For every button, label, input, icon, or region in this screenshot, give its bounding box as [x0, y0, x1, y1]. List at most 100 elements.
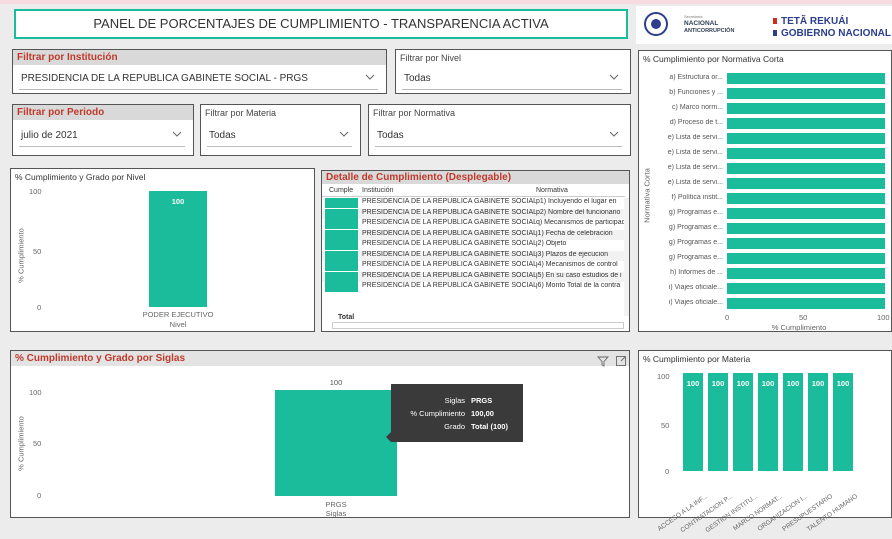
filter-institucion-value: PRESIDENCIA DE LA REPUBLICA GABINETE SOC…	[21, 73, 308, 84]
cumple-swatch	[325, 198, 358, 208]
sna-line2: ANTICORRUPCIÓN	[684, 28, 735, 34]
cumple-swatch	[325, 229, 358, 240]
x-axis-label: Siglas	[325, 509, 347, 518]
col-cumple[interactable]: Cumple	[329, 187, 353, 194]
cell-institucion: PRESIDENCIA DE LA REPUBLICA GABINETE SOC…	[362, 240, 536, 247]
normativa-bar[interactable]	[727, 163, 885, 174]
cell-institucion: PRESIDENCIA DE LA REPUBLICA GABINETE SOC…	[362, 198, 536, 205]
sna-small-text: Secretaría	[684, 14, 703, 19]
table-row[interactable]: PRESIDENCIA DE LA REPUBLICA GABINETE SOC…	[322, 219, 625, 230]
cell-institucion: PRESIDENCIA DE LA REPUBLICA GABINETE SOC…	[362, 261, 536, 268]
cell-normativa: j5) En su caso estudios de i	[536, 271, 622, 279]
table-row[interactable]: PRESIDENCIA DE LA REPUBLICA GABINETE SOC…	[322, 240, 625, 251]
normativa-bar[interactable]	[727, 193, 885, 204]
x-tick: 100	[877, 313, 890, 322]
y-tick-label: e) Lista de servi...	[667, 134, 723, 141]
bar-value-label: 100	[836, 379, 850, 388]
chevron-down-icon	[609, 131, 619, 137]
normativa-bar[interactable]	[727, 253, 885, 264]
focus-mode-icon[interactable]	[615, 355, 627, 367]
bar-poder-ejecutivo[interactable]	[149, 191, 207, 307]
x-tick: 0	[725, 313, 730, 322]
y-tick-label: e) Lista de servi...	[667, 164, 723, 171]
filter-nivel[interactable]: Filtrar por Nivel Todas	[395, 49, 631, 94]
table-row[interactable]: PRESIDENCIA DE LA REPUBLICA GABINETE SOC…	[322, 271, 625, 282]
y-tick: 50	[33, 439, 42, 448]
chevron-down-icon	[172, 131, 182, 137]
bar-value-label: 100	[171, 197, 185, 206]
y-tick: 100	[29, 388, 42, 397]
sna-line1: NACIONAL	[684, 20, 719, 27]
tooltip-key3: Grado	[444, 422, 465, 431]
filter-normativa[interactable]: Filtrar por Normativa Todas	[368, 104, 631, 156]
vertical-scrollbar[interactable]	[624, 198, 629, 316]
materia-bars: 100 ACCESO A LA INF... 100 CONTRATACION P..…	[639, 351, 892, 534]
normativa-bar[interactable]	[727, 268, 885, 279]
table-row[interactable]: PRESIDENCIA DE LA REPUBLICA GABINETE SOC…	[322, 282, 625, 293]
sna-seal-icon	[644, 12, 668, 36]
filter-materia-label: Filtrar por Materia	[205, 108, 277, 118]
filter-normativa-dropdown[interactable]: Todas	[375, 125, 622, 147]
filter-materia-value: Todas	[209, 130, 236, 141]
filter-icon[interactable]	[597, 355, 609, 367]
horizontal-scrollbar[interactable]	[332, 322, 624, 329]
table-row[interactable]: PRESIDENCIA DE LA REPUBLICA GABINETE SOC…	[322, 261, 625, 272]
y-axis-label: Normativa Corta	[642, 168, 652, 223]
cell-institucion: PRESIDENCIA DE LA REPUBLICA GABINETE SOC…	[362, 219, 536, 226]
normativa-bar[interactable]	[727, 73, 885, 84]
bar-prgs[interactable]	[275, 390, 397, 496]
tooltip-key1: Siglas	[444, 396, 465, 405]
chart-nivel: % Cumplimiento y Grado por Nivel 100 50 …	[10, 168, 315, 332]
normativa-bar[interactable]	[727, 178, 885, 189]
y-axis-label: % Cumplimiento	[16, 416, 26, 471]
normativa-bar[interactable]	[727, 103, 885, 114]
table-row[interactable]: PRESIDENCIA DE LA REPUBLICA GABINETE SOC…	[322, 250, 625, 261]
chart-nivel-title: % Cumplimiento y Grado por Nivel	[15, 172, 146, 182]
normativa-bar[interactable]	[727, 118, 885, 129]
chevron-down-icon	[609, 74, 619, 80]
tooltip: Siglas PRGS % Cumplimiento 100,00 Grado …	[386, 384, 523, 442]
cell-normativa: j1) Fecha de celebracion	[536, 229, 613, 237]
filter-nivel-dropdown[interactable]: Todas	[402, 68, 622, 90]
cell-normativa: j2) Objeto	[536, 240, 567, 247]
x-tick: PRGS	[325, 500, 347, 509]
x-axis-label: % Cumplimiento	[771, 323, 827, 332]
normativa-bar[interactable]	[727, 223, 885, 234]
col-normativa[interactable]: Normativa	[536, 187, 568, 194]
normativa-bar[interactable]	[727, 208, 885, 219]
normativa-bar[interactable]	[727, 148, 885, 159]
y-tick-label: e) Lista de servi...	[667, 179, 723, 186]
page-title-box: PANEL DE PORCENTAJES DE CUMPLIMIENTO - T…	[14, 9, 628, 39]
filter-periodo-dropdown[interactable]: julio de 2021	[19, 125, 185, 147]
filter-nivel-value: Todas	[404, 73, 431, 84]
bar-value-label: 100	[761, 379, 775, 388]
filter-institucion[interactable]: Filtrar por Institución PRESIDENCIA DE L…	[12, 49, 387, 94]
chart-materia: % Cumplimiento por Materia 100 50 0 100 A…	[638, 350, 892, 534]
gov-flag-icon	[773, 18, 777, 24]
filter-materia-dropdown[interactable]: Todas	[207, 125, 352, 147]
col-institucion[interactable]: Institución	[362, 187, 394, 194]
table-row[interactable]: PRESIDENCIA DE LA REPUBLICA GABINETE SOC…	[322, 208, 625, 219]
normativa-bar[interactable]	[727, 283, 885, 294]
x-tick: PODER EJECUTIVO	[142, 310, 214, 319]
tooltip-val3: Total (100)	[471, 422, 508, 431]
filter-nivel-label: Filtrar por Nivel	[400, 53, 462, 63]
y-tick: 0	[37, 303, 42, 312]
filter-periodo[interactable]: Filtrar por Periodo julio de 2021	[12, 104, 194, 156]
normativa-bar[interactable]	[727, 298, 885, 309]
normativa-bar[interactable]	[727, 133, 885, 144]
filter-periodo-label: Filtrar por Periodo	[13, 105, 193, 120]
table-row[interactable]: PRESIDENCIA DE LA REPUBLICA GABINETE SOC…	[322, 229, 625, 240]
y-tick-label: a) Estructura or...	[669, 74, 723, 81]
normativa-bar[interactable]	[727, 88, 885, 99]
page-title: PANEL DE PORCENTAJES DE CUMPLIMIENTO - T…	[93, 16, 549, 31]
normativa-bar[interactable]	[727, 238, 885, 249]
table-row[interactable]: PRESIDENCIA DE LA REPUBLICA GABINETE SOC…	[322, 198, 625, 209]
filter-materia[interactable]: Filtrar por Materia Todas	[200, 104, 361, 156]
bar-value-label: 100	[811, 379, 825, 388]
cumple-swatch	[325, 240, 358, 250]
detalle-title: Detalle de Cumplimiento (Desplegable)	[322, 171, 629, 184]
filter-institucion-dropdown[interactable]: PRESIDENCIA DE LA REPUBLICA GABINETE SOC…	[19, 68, 378, 90]
cell-normativa: j3) Plazos de ejecucion	[536, 250, 608, 258]
tooltip-val2: 100,00	[471, 409, 494, 418]
